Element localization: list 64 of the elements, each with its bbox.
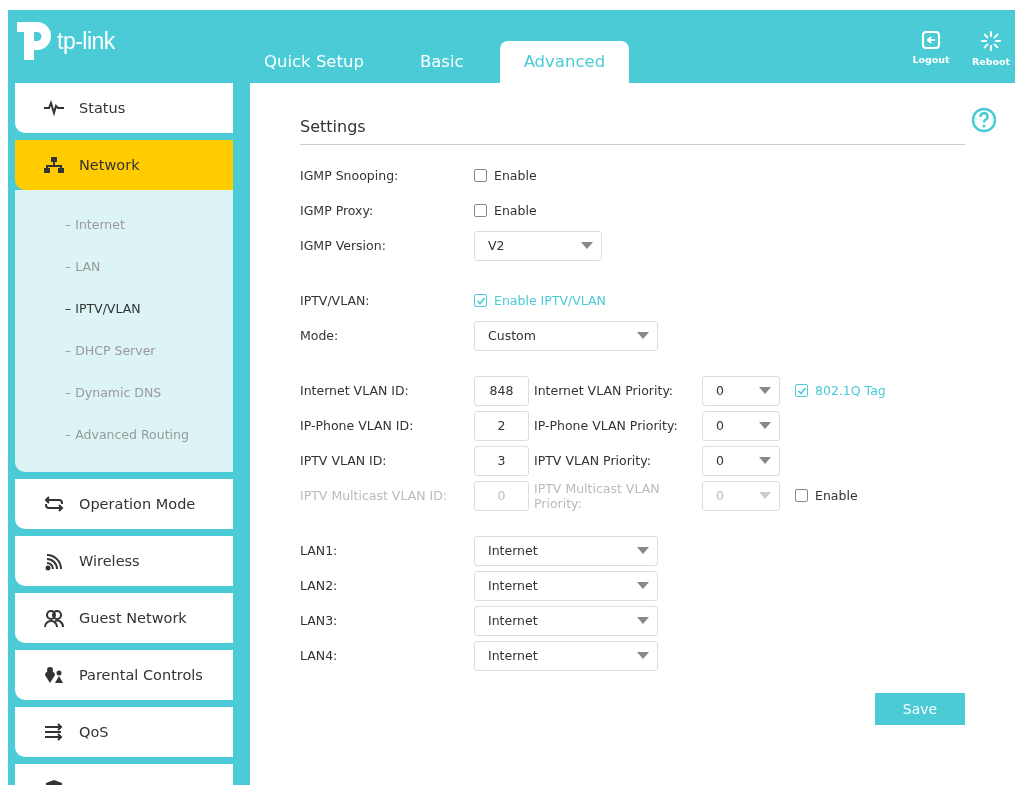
- checkbox[interactable]: Enable: [474, 168, 537, 183]
- field-label: IPTV/VLAN:: [300, 293, 371, 308]
- field-label: LAN4:: [300, 648, 339, 663]
- menu-icon: [43, 98, 65, 118]
- dropdown[interactable]: Internet: [474, 570, 658, 601]
- field-label: LAN2:: [300, 578, 339, 593]
- sidebar-item[interactable]: Network: [15, 140, 233, 190]
- menu-icon: [43, 665, 65, 685]
- caret-icon: [759, 457, 771, 464]
- caret-icon: [637, 617, 649, 624]
- menu-icon: [43, 551, 65, 571]
- caret-icon: [581, 242, 593, 249]
- input-field[interactable]: 2: [474, 410, 529, 441]
- submenu-item[interactable]: – IPTV/VLAN: [65, 288, 141, 330]
- sidebar-item[interactable]: Parental Controls: [15, 650, 233, 700]
- logo-text: tp-link: [57, 27, 115, 55]
- menu-icon: [43, 155, 65, 175]
- field-label: IGMP Version:: [300, 238, 387, 253]
- dropdown[interactable]: V2: [474, 230, 602, 261]
- input-field[interactable]: 848: [474, 375, 529, 406]
- sidebar-item[interactable]: QoS: [15, 707, 233, 757]
- sidebar-item[interactable]: Operation Mode: [15, 479, 233, 529]
- field-label: IPTV Multicast VLAN Priority:: [534, 480, 661, 511]
- field-label: IPTV VLAN Priority:: [534, 453, 652, 468]
- field-label: LAN1:: [300, 543, 339, 558]
- field-label: IP-Phone VLAN Priority:: [534, 418, 679, 433]
- field-label: IP-Phone VLAN ID:: [300, 418, 415, 433]
- dropdown[interactable]: Custom: [474, 320, 658, 351]
- caret-icon: [759, 387, 771, 394]
- input-field[interactable]: 3: [474, 445, 529, 476]
- caret-icon: [759, 422, 771, 429]
- menu-icon: [43, 494, 65, 514]
- logo-icon: [15, 20, 53, 62]
- logout-icon: [921, 30, 941, 50]
- caret-icon: [637, 332, 649, 339]
- check-icon: [475, 295, 486, 306]
- dropdown[interactable]: Internet: [474, 640, 658, 671]
- sidebar-item[interactable]: Guest Network: [15, 593, 233, 643]
- checkbox[interactable]: Enable: [474, 203, 537, 218]
- field-label: IGMP Snooping:: [300, 168, 400, 183]
- field-label: Mode:: [300, 328, 340, 343]
- dropdown[interactable]: Internet: [474, 535, 658, 566]
- check-icon: [796, 385, 807, 396]
- caret-icon: [637, 547, 649, 554]
- menu-icon: [43, 608, 65, 628]
- help-icon[interactable]: [971, 107, 997, 133]
- dropdown[interactable]: 0: [702, 375, 780, 406]
- field-label: IPTV VLAN ID:: [300, 453, 388, 468]
- sidebar-item[interactable]: Status: [15, 83, 233, 133]
- caret-icon: [759, 492, 771, 499]
- caret-icon: [637, 582, 649, 589]
- section-title: Settings: [300, 117, 965, 145]
- field-label: Internet VLAN ID:: [300, 383, 410, 398]
- reboot-icon: [980, 30, 1002, 52]
- caret-icon: [637, 652, 649, 659]
- dropdown[interactable]: 0: [702, 445, 780, 476]
- field-label: Internet VLAN Priority:: [534, 383, 675, 398]
- field-label: LAN3:: [300, 613, 339, 628]
- sidebar-item[interactable]: Wireless: [15, 536, 233, 586]
- field-label: IPTV Multicast VLAN ID:: [300, 488, 449, 503]
- dropdown[interactable]: 0: [702, 410, 780, 441]
- field-label: IGMP Proxy:: [300, 203, 375, 218]
- menu-icon: [43, 722, 65, 742]
- dropdown[interactable]: Internet: [474, 605, 658, 636]
